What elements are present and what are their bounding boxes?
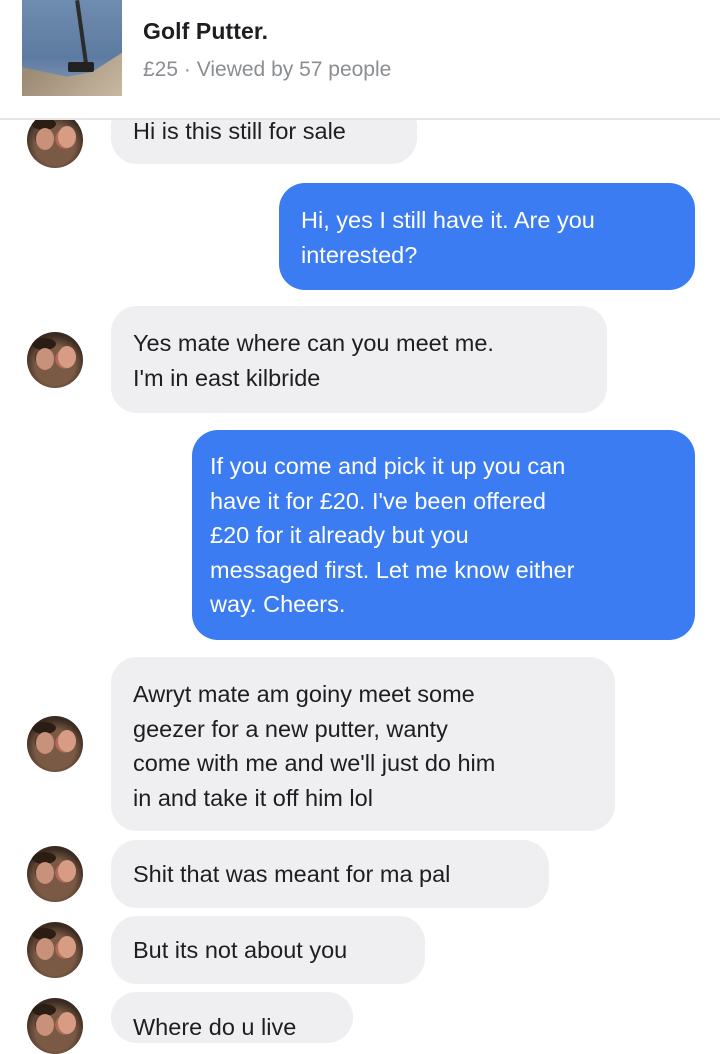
sender-avatar[interactable]: [27, 846, 83, 902]
message-bubble-incoming[interactable]: Shit that was meant for ma pal: [111, 840, 549, 908]
message-text: If you come and pick it up you can have …: [210, 453, 575, 617]
avatar-face: [58, 1012, 76, 1034]
avatar-face: [36, 128, 54, 150]
meta-separator: ·: [183, 58, 191, 81]
listing-price: £25: [143, 58, 179, 81]
avatar-face: [36, 348, 54, 370]
message-text: Shit that was meant for ma pal: [133, 861, 451, 887]
sender-avatar[interactable]: [27, 332, 83, 388]
message-bubble-incoming[interactable]: Awryt mate am goiny meet some geezer for…: [111, 657, 615, 831]
message-bubble-outgoing[interactable]: If you come and pick it up you can have …: [192, 430, 695, 640]
avatar-face: [58, 346, 76, 368]
listing-thumbnail[interactable]: [22, 0, 122, 96]
sender-avatar[interactable]: [27, 716, 83, 772]
avatar-face: [36, 862, 54, 884]
message-text: Yes mate where can you meet me. I'm in e…: [133, 330, 494, 391]
avatar-face: [58, 860, 76, 882]
listing-title: Golf Putter.: [143, 18, 269, 44]
listing-header[interactable]: Golf Putter. £25 · Viewed by 57 people: [0, 0, 720, 118]
message-text: Where do u live: [133, 1014, 297, 1040]
listing-views: Viewed by 57 people: [196, 58, 392, 81]
avatar-face: [58, 126, 76, 148]
listing-meta: £25 · Viewed by 57 people: [143, 58, 391, 82]
avatar-face: [58, 936, 76, 958]
message-bubble-incoming[interactable]: Where do u live: [111, 992, 353, 1043]
message-text: But its not about you: [133, 937, 348, 963]
message-bubble-outgoing[interactable]: Hi, yes I still have it. Are you interes…: [279, 183, 695, 290]
message-bubble-incoming[interactable]: But its not about you: [111, 916, 425, 984]
sender-avatar[interactable]: [27, 998, 83, 1054]
sender-avatar[interactable]: [27, 922, 83, 978]
message-text: Hi, yes I still have it. Are you interes…: [301, 207, 595, 268]
avatar-face: [36, 938, 54, 960]
thumbnail-background: [22, 0, 122, 77]
message-bubble-incoming[interactable]: Yes mate where can you meet me. I'm in e…: [111, 306, 607, 413]
sender-avatar[interactable]: [27, 112, 83, 168]
avatar-face: [36, 1014, 54, 1036]
avatar-face: [36, 732, 54, 754]
message-text: Awryt mate am goiny meet some geezer for…: [133, 681, 496, 811]
putter-head: [68, 62, 94, 72]
avatar-face: [58, 730, 76, 752]
header-divider: [0, 118, 720, 120]
